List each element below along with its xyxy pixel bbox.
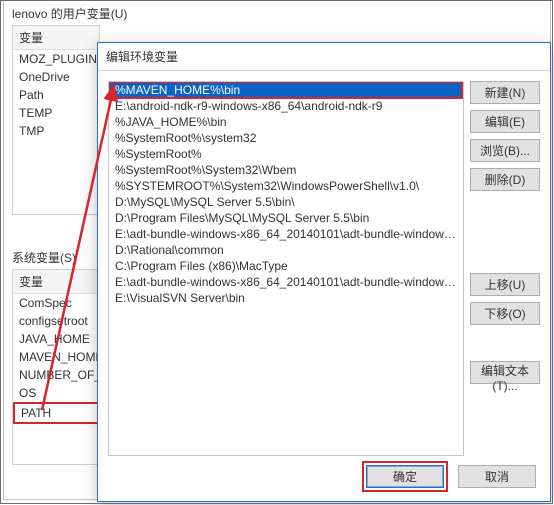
user-vars-list[interactable]: 变量 MOZ_PLUGIN_P OneDrive Path TEMP TMP bbox=[12, 25, 100, 215]
browse-button[interactable]: 浏览(B)... bbox=[470, 139, 540, 162]
table-row[interactable]: ComSpec bbox=[13, 294, 99, 312]
table-row[interactable]: OS bbox=[13, 384, 99, 402]
list-item[interactable]: %SystemRoot%\system32 bbox=[109, 130, 463, 146]
table-row[interactable]: MOZ_PLUGIN_P bbox=[13, 50, 99, 68]
dialog-footer: 确定 取消 bbox=[98, 461, 550, 491]
table-row[interactable]: configsetroot bbox=[13, 312, 99, 330]
annotation-highlight: 确定 bbox=[362, 461, 448, 492]
new-button[interactable]: 新建(N) bbox=[470, 81, 540, 104]
table-row[interactable]: TMP bbox=[13, 122, 99, 140]
list-item[interactable]: D:\MySQL\MySQL Server 5.5\bin\ bbox=[109, 194, 463, 210]
move-down-button[interactable]: 下移(O) bbox=[470, 302, 540, 325]
list-item[interactable]: %JAVA_HOME%\bin bbox=[109, 114, 463, 130]
button-column: 新建(N) 编辑(E) 浏览(B)... 删除(D) 上移(U) 下移(O) 编… bbox=[470, 81, 540, 384]
sys-vars-list[interactable]: 变量 ComSpec configsetroot JAVA_HOME MAVEN… bbox=[12, 269, 100, 465]
move-up-button[interactable]: 上移(U) bbox=[470, 273, 540, 296]
table-row[interactable]: OneDrive bbox=[13, 68, 99, 86]
dialog-title: 编辑环境变量 bbox=[98, 43, 550, 71]
sys-vars-label: 系统变量(S) bbox=[12, 249, 76, 266]
list-item[interactable]: C:\Program Files (x86)\MacType bbox=[109, 258, 463, 274]
edit-text-button[interactable]: 编辑文本(T)... bbox=[470, 361, 540, 384]
table-row[interactable]: NUMBER_OF_PR bbox=[13, 366, 99, 384]
list-item[interactable]: E:\adt-bundle-windows-x86_64_20140101\ad… bbox=[109, 274, 463, 290]
table-row[interactable]: MAVEN_HOME bbox=[13, 348, 99, 366]
table-row[interactable]: Path bbox=[13, 86, 99, 104]
path-entries-list[interactable]: %MAVEN_HOME%\bin E:\android-ndk-r9-windo… bbox=[108, 81, 464, 456]
column-header[interactable]: 变量 bbox=[13, 26, 99, 50]
list-item[interactable]: E:\adt-bundle-windows-x86_64_20140101\ad… bbox=[109, 226, 463, 242]
list-item[interactable]: %SYSTEMROOT%\System32\WindowsPowerShell\… bbox=[109, 178, 463, 194]
edit-button[interactable]: 编辑(E) bbox=[470, 110, 540, 133]
table-row[interactable]: JAVA_HOME bbox=[13, 330, 99, 348]
column-header[interactable]: 变量 bbox=[13, 270, 99, 294]
user-vars-label: lenovo 的用户变量(U) bbox=[12, 5, 127, 22]
list-item[interactable]: %MAVEN_HOME%\bin bbox=[109, 82, 463, 98]
cancel-button[interactable]: 取消 bbox=[458, 465, 536, 488]
list-item[interactable]: D:\Program Files\MySQL\MySQL Server 5.5\… bbox=[109, 210, 463, 226]
delete-button[interactable]: 删除(D) bbox=[470, 168, 540, 191]
list-item[interactable]: E:\VisualSVN Server\bin bbox=[109, 290, 463, 306]
list-item[interactable]: D:\Rational\common bbox=[109, 242, 463, 258]
list-item[interactable]: %SystemRoot% bbox=[109, 146, 463, 162]
edit-env-var-dialog: 编辑环境变量 %MAVEN_HOME%\bin E:\android-ndk-r… bbox=[97, 42, 551, 502]
ok-button[interactable]: 确定 bbox=[366, 465, 444, 488]
table-row[interactable]: TEMP bbox=[13, 104, 99, 122]
list-item[interactable]: E:\android-ndk-r9-windows-x86_64\android… bbox=[109, 98, 463, 114]
table-row-path[interactable]: PATH bbox=[13, 402, 99, 424]
list-item[interactable]: %SystemRoot%\System32\Wbem bbox=[109, 162, 463, 178]
dialog-body: %MAVEN_HOME%\bin E:\android-ndk-r9-windo… bbox=[108, 81, 540, 453]
